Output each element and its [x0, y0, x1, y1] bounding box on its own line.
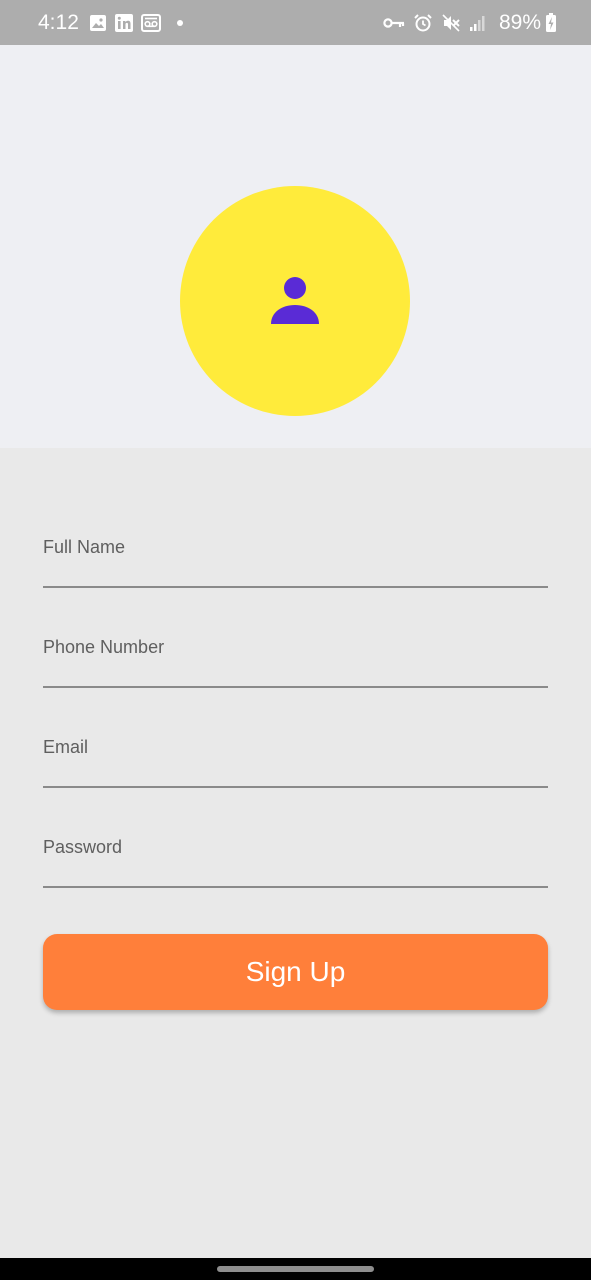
password-input[interactable] [43, 837, 548, 879]
navigation-bar [0, 1258, 591, 1280]
battery-charging-icon [545, 12, 557, 33]
signal-icon [469, 14, 487, 32]
full-name-input[interactable] [43, 537, 548, 579]
email-underline [43, 786, 548, 788]
full-name-underline [43, 586, 548, 588]
avatar[interactable] [180, 186, 410, 416]
phone-number-input[interactable] [43, 637, 548, 679]
profile-header [0, 45, 591, 448]
key-icon [383, 16, 405, 30]
email-field[interactable]: Email [43, 737, 548, 837]
password-field[interactable]: Password [43, 837, 548, 937]
home-gesture-handle[interactable] [217, 1266, 374, 1272]
gallery-icon [89, 14, 107, 32]
notification-dot-icon [176, 19, 183, 26]
email-input[interactable] [43, 737, 548, 779]
alarm-icon [413, 13, 433, 33]
status-time: 4:12 [38, 10, 79, 34]
sign-up-button[interactable]: Sign Up [43, 934, 548, 1010]
status-bar: 4:12 89% [0, 0, 591, 45]
full-name-field[interactable]: Full Name [43, 537, 548, 637]
phone-number-field[interactable]: Phone Number [43, 637, 548, 737]
person-icon [270, 274, 320, 329]
status-right: 89% [383, 11, 557, 35]
battery-percent: 89% [498, 10, 541, 34]
phone-number-underline [43, 686, 548, 688]
mute-icon [441, 13, 461, 33]
voicemail-icon [140, 13, 161, 32]
password-underline [43, 886, 548, 888]
status-left: 4:12 [38, 11, 183, 35]
linkedin-icon [114, 13, 133, 32]
